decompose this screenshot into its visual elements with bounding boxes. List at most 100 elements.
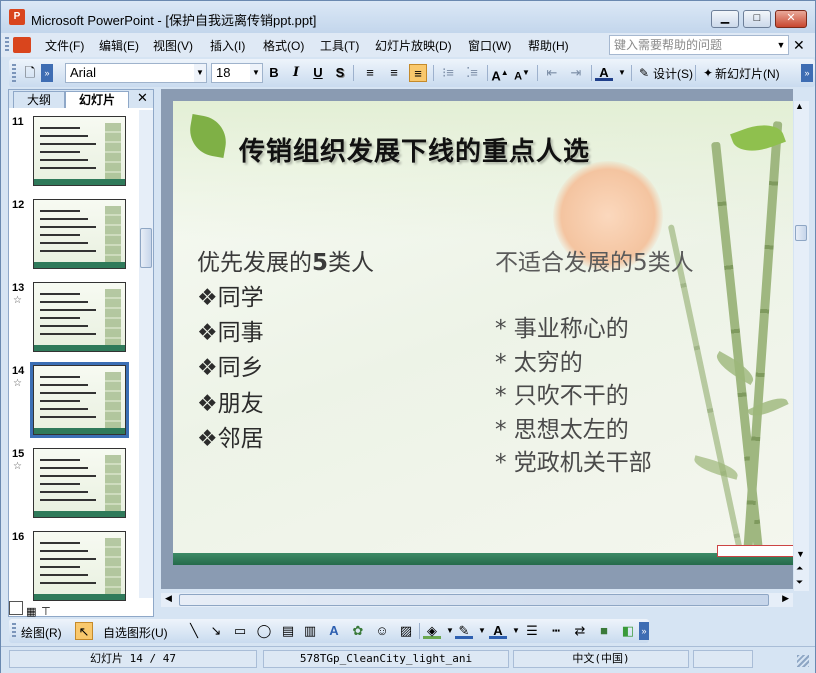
slide-vertical-scrollbar[interactable]: ▲ ▼ ⏶ ⏷ bbox=[794, 101, 809, 591]
shadow-icon[interactable]: S bbox=[331, 64, 349, 82]
slide-thumbnail[interactable] bbox=[33, 448, 126, 518]
menu-slideshow[interactable]: 幻灯片放映(D) bbox=[375, 37, 452, 54]
new-slide-button[interactable]: 新幻灯片(N) bbox=[715, 65, 780, 82]
line-color-icon[interactable]: ✎ bbox=[455, 622, 473, 639]
scroll-up-icon[interactable]: ▲ bbox=[795, 101, 804, 111]
diagram-icon[interactable]: ✿ bbox=[349, 622, 367, 640]
text-box-icon[interactable]: ▤ bbox=[279, 622, 297, 640]
toolbar-grip-handle[interactable] bbox=[12, 64, 16, 82]
menu-grip-handle[interactable] bbox=[5, 37, 9, 53]
arrow-icon[interactable]: ↘ bbox=[207, 622, 225, 640]
arrow-style-icon[interactable]: ⇄ bbox=[571, 622, 589, 640]
numbered-list-icon[interactable]: ⁝≡ bbox=[439, 64, 457, 82]
menu-insert[interactable]: 插入(I) bbox=[210, 37, 245, 54]
next-slide-icon[interactable]: ⏷ bbox=[796, 577, 803, 587]
bold-icon[interactable]: B bbox=[265, 64, 283, 82]
align-center-icon[interactable]: ≡ bbox=[385, 64, 403, 82]
thumbnail-footer-bar bbox=[34, 345, 125, 351]
drawbar-overflow-icon[interactable]: » bbox=[639, 622, 649, 640]
font-name-combo[interactable]: Arial ▼ bbox=[65, 63, 207, 83]
new-document-icon[interactable]: 🗋 bbox=[21, 64, 39, 82]
3d-style-icon[interactable]: ◧ bbox=[619, 622, 637, 640]
increase-font-size-icon[interactable]: A▲ bbox=[491, 64, 509, 83]
slideshow-view-icon[interactable]: ⊤ bbox=[41, 605, 53, 618]
design-template-status[interactable]: 578TGp_CleanCity_light_ani bbox=[263, 650, 509, 668]
slide-thumbnail[interactable] bbox=[33, 282, 126, 352]
previous-slide-icon[interactable]: ⏶ bbox=[796, 563, 803, 573]
drawing-toolbar: 绘图(R) ↖ 自选图形(U) ╲ ↘ ▭ ◯ ▤ ▥ A ✿ ☺ ▨ ◈ ▼ … bbox=[9, 619, 649, 643]
font-name-dropdown-icon[interactable]: ▼ bbox=[194, 64, 206, 82]
panel-tabs: 大纲 幻灯片 ✕ bbox=[9, 90, 153, 108]
help-question-input[interactable]: 键入需要帮助的问题 ▼ bbox=[609, 35, 789, 55]
panel-scroll-thumb[interactable] bbox=[140, 228, 152, 268]
select-objects-icon[interactable]: ↖ bbox=[75, 622, 93, 640]
draw-menu-button[interactable]: 绘图(R) bbox=[21, 624, 62, 641]
slide-sorter-view-icon[interactable]: ▦ bbox=[26, 605, 38, 618]
line-icon[interactable]: ╲ bbox=[185, 622, 203, 640]
underline-icon[interactable]: U bbox=[309, 64, 327, 82]
decrease-indent-icon[interactable]: ⇤ bbox=[543, 64, 561, 82]
horizontal-scroll-thumb[interactable] bbox=[179, 594, 769, 606]
font-color-dropdown-icon[interactable]: ▼ bbox=[613, 64, 631, 82]
menu-view[interactable]: 视图(V) bbox=[153, 37, 193, 54]
thumbnail-text-line bbox=[40, 325, 88, 327]
bulleted-list-icon[interactable]: ⁚≡ bbox=[463, 64, 481, 82]
slide-thumbnail[interactable] bbox=[33, 531, 126, 601]
thumbnail-bamboo-graphic bbox=[105, 372, 121, 430]
toolbar-overflow-icon[interactable]: » bbox=[801, 64, 813, 82]
normal-view-icon[interactable] bbox=[9, 601, 23, 615]
font-color-icon[interactable]: A bbox=[595, 64, 613, 81]
slide-thumbnail[interactable] bbox=[33, 116, 126, 186]
font-size-combo[interactable]: 18 ▼ bbox=[211, 63, 263, 83]
minimize-button[interactable]: ▁ bbox=[711, 10, 739, 28]
menu-window[interactable]: 窗口(W) bbox=[468, 37, 511, 54]
dash-style-icon[interactable]: ┅ bbox=[547, 622, 565, 640]
menu-tools[interactable]: 工具(T) bbox=[320, 37, 359, 54]
panel-scrollbar[interactable] bbox=[139, 110, 153, 598]
slide-thumbnail[interactable] bbox=[33, 199, 126, 269]
font-size-dropdown-icon[interactable]: ▼ bbox=[250, 64, 262, 82]
design-button[interactable]: 设计(S) bbox=[653, 65, 693, 82]
clip-art-icon[interactable]: ☺ bbox=[373, 622, 391, 640]
help-dropdown-icon[interactable]: ▼ bbox=[774, 36, 788, 54]
design-icon[interactable]: ✎ bbox=[635, 64, 653, 82]
toolbar-options-icon[interactable]: » bbox=[41, 64, 53, 82]
tab-outline[interactable]: 大纲 bbox=[13, 91, 65, 108]
current-slide[interactable]: 传销组织发展下线的重点人选 优先发展的5类人 ❖同学 ❖同事 ❖同乡 ❖朋友 ❖… bbox=[173, 101, 793, 565]
vertical-text-box-icon[interactable]: ▥ bbox=[301, 622, 319, 640]
close-window-button[interactable]: ✕ bbox=[775, 10, 807, 28]
line-style-icon[interactable]: ☰ bbox=[523, 622, 541, 640]
menu-edit[interactable]: 编辑(E) bbox=[99, 37, 139, 54]
shadow-style-icon[interactable]: ■ bbox=[595, 622, 613, 640]
close-panel-icon[interactable]: ✕ bbox=[137, 90, 148, 106]
drawbar-grip-handle[interactable] bbox=[12, 623, 16, 639]
thumbnail-text-line bbox=[40, 210, 80, 212]
close-document-icon[interactable]: ✕ bbox=[793, 37, 805, 54]
scroll-left-icon[interactable]: ◀ bbox=[165, 593, 172, 604]
scroll-right-icon[interactable]: ▶ bbox=[782, 593, 789, 604]
rectangle-icon[interactable]: ▭ bbox=[231, 622, 249, 640]
increase-indent-icon[interactable]: ⇥ bbox=[567, 64, 585, 82]
document-icon[interactable] bbox=[13, 37, 31, 53]
slide-scroll-thumb[interactable] bbox=[795, 225, 807, 241]
text-color-icon[interactable]: A bbox=[489, 622, 507, 639]
tab-slides[interactable]: 幻灯片 bbox=[65, 91, 129, 108]
autoshapes-button[interactable]: 自选图形(U) bbox=[103, 624, 168, 641]
menu-help[interactable]: 帮助(H) bbox=[528, 37, 569, 54]
decrease-font-size-icon[interactable]: A▼ bbox=[513, 64, 531, 83]
resize-grip-handle[interactable] bbox=[797, 655, 809, 667]
oval-icon[interactable]: ◯ bbox=[255, 622, 273, 640]
slide-horizontal-scrollbar[interactable]: ◀ ▶ bbox=[161, 593, 793, 607]
align-left-icon[interactable]: ≡ bbox=[361, 64, 379, 82]
align-right-icon[interactable]: ≡ bbox=[409, 64, 427, 82]
wordart-icon[interactable]: A bbox=[325, 622, 343, 640]
italic-icon[interactable]: I bbox=[287, 64, 305, 82]
menu-file[interactable]: 文件(F) bbox=[45, 37, 84, 54]
fill-color-icon[interactable]: ◈ bbox=[423, 622, 441, 639]
powerpoint-app-icon[interactable]: P bbox=[9, 9, 25, 25]
scroll-down-icon[interactable]: ▼ bbox=[796, 549, 805, 559]
slide-thumbnail[interactable] bbox=[30, 362, 129, 438]
menu-format[interactable]: 格式(O) bbox=[263, 37, 304, 54]
picture-icon[interactable]: ▨ bbox=[397, 622, 415, 640]
maximize-button[interactable]: □ bbox=[743, 10, 771, 28]
